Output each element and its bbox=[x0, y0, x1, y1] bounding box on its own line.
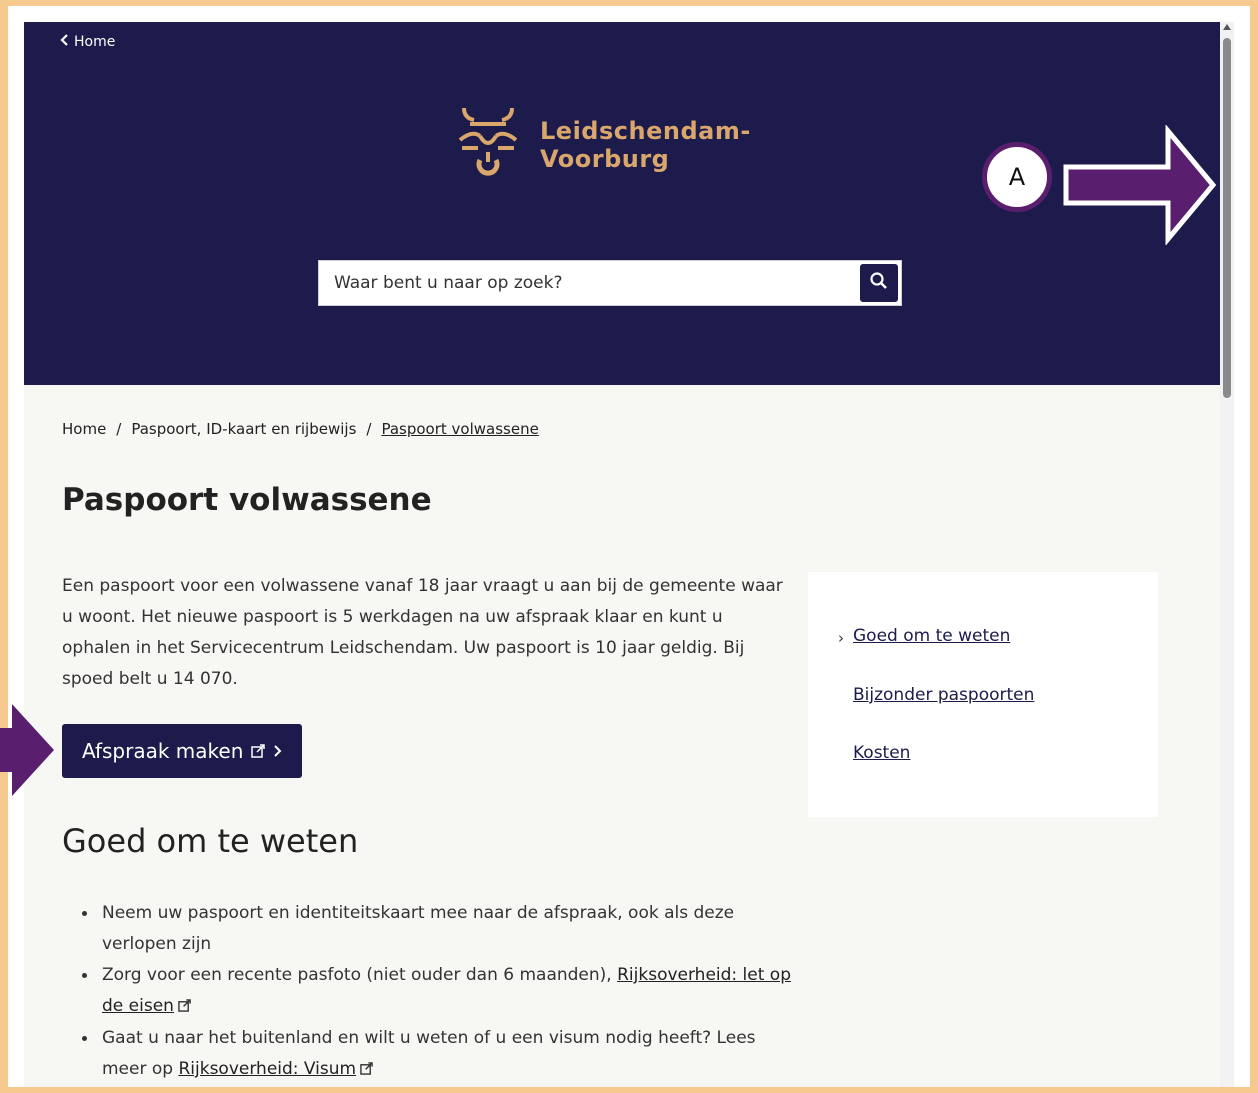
search-input[interactable] bbox=[319, 261, 849, 305]
page-title: Paspoort volwassene bbox=[62, 482, 432, 518]
afspraak-maken-button[interactable]: Afspraak maken bbox=[62, 724, 302, 778]
cta-label: Afspraak maken bbox=[82, 739, 244, 763]
external-link-icon bbox=[178, 992, 191, 1023]
breadcrumb: Home / Paspoort, ID-kaart en rijbewijs /… bbox=[62, 420, 539, 438]
intro-text: Een paspoort voor een volwassene vanaf 1… bbox=[62, 576, 783, 689]
rijksoverheid-visum-link[interactable]: Rijksoverheid: Visum bbox=[178, 1059, 356, 1079]
sidebar-item-kosten[interactable]: Kosten bbox=[853, 743, 910, 763]
chevron-right-icon bbox=[273, 739, 283, 763]
breadcrumb-separator: / bbox=[116, 420, 122, 438]
logo-line-1: Leidschendam- bbox=[540, 117, 751, 145]
page-viewport: Home Leidschendam- Voorburg Waar bent u … bbox=[24, 22, 1234, 1087]
breadcrumb-paspoort[interactable]: Paspoort, ID-kaart en rijbewijs bbox=[131, 420, 356, 438]
info-list: Neem uw paspoort en identiteitskaart mee… bbox=[62, 898, 802, 1086]
site-logo[interactable]: Leidschendam- Voorburg bbox=[458, 104, 751, 186]
section-title: Goed om te weten bbox=[62, 822, 359, 860]
sidebar-item-bijzonder-paspoorten[interactable]: Bijzonder paspoorten bbox=[853, 685, 1034, 705]
scroll-thumb[interactable] bbox=[1223, 38, 1231, 398]
list-item: Neem uw paspoort en identiteitskaart mee… bbox=[82, 898, 802, 960]
home-link-label: Home bbox=[74, 34, 116, 50]
logo-line-2: Voorburg bbox=[540, 145, 670, 173]
breadcrumb-separator: / bbox=[366, 420, 372, 438]
list-item: Gaat u naar het buitenland en wilt u wet… bbox=[82, 1023, 802, 1086]
annotation-arrow-icon bbox=[0, 700, 60, 804]
external-link-icon bbox=[251, 739, 266, 763]
list-item-text: Zorg voor een recente pasfoto (niet oude… bbox=[102, 965, 618, 985]
list-item-text: Neem uw paspoort en identiteitskaart mee… bbox=[102, 903, 735, 954]
breadcrumb-home[interactable]: Home bbox=[62, 420, 106, 438]
home-link[interactable]: Home bbox=[60, 34, 115, 50]
site-header: Home Leidschendam- Voorburg Waar bent u … bbox=[24, 22, 1220, 385]
list-item: Zorg voor een recente pasfoto (niet oude… bbox=[82, 960, 802, 1023]
annotation-badge: A bbox=[982, 142, 1052, 212]
crest-logo-icon bbox=[458, 104, 518, 186]
logo-wordmark: Leidschendam- Voorburg bbox=[540, 117, 751, 173]
breadcrumb-current[interactable]: Paspoort volwassene bbox=[381, 420, 538, 438]
search-button[interactable] bbox=[860, 264, 898, 302]
search-icon bbox=[869, 271, 889, 295]
annotation-label: A bbox=[1008, 163, 1026, 191]
chevron-left-icon bbox=[60, 34, 70, 50]
search-box bbox=[318, 260, 902, 306]
external-link-icon bbox=[360, 1055, 373, 1086]
sidebar-item-goed-om-te-weten[interactable]: Goed om te weten bbox=[853, 626, 1010, 646]
scroll-arrow-icon[interactable] bbox=[1223, 24, 1231, 30]
vertical-scrollbar[interactable] bbox=[1220, 22, 1234, 1087]
annotation-arrow-icon bbox=[1058, 124, 1218, 249]
page-navigation: › Goed om te weten Bijzonder paspoorten … bbox=[808, 572, 1158, 817]
chevron-right-icon: › bbox=[838, 629, 844, 647]
browser-frame: Home Leidschendam- Voorburg Waar bent u … bbox=[8, 6, 1250, 1087]
